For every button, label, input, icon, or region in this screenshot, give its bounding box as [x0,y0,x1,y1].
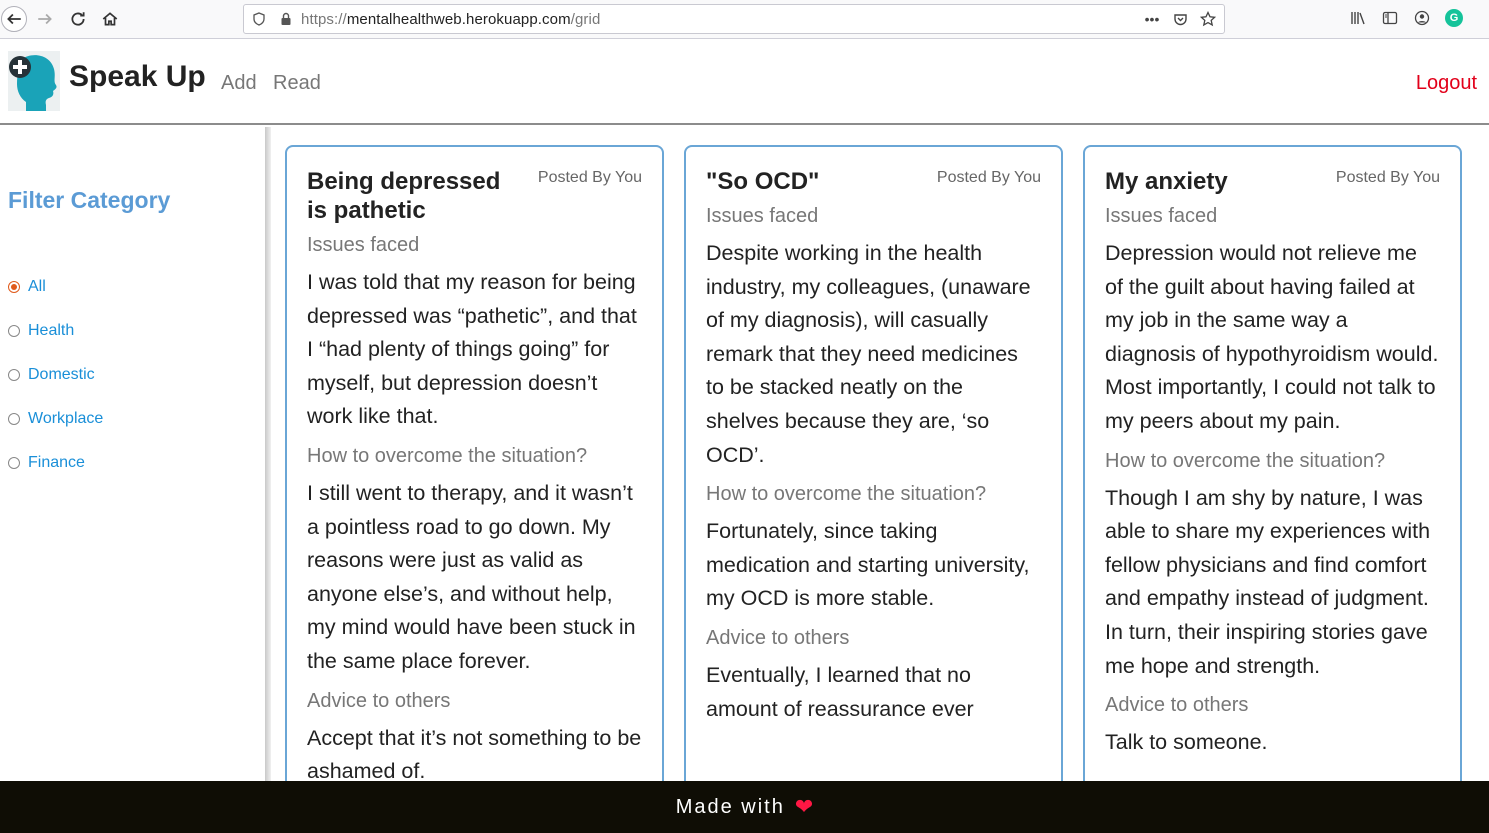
home-button[interactable] [97,6,123,32]
issues-text: Despite working in the health industry, … [706,241,1031,467]
filter-title: Filter Category [8,187,171,213]
brand-name[interactable]: Speak Up [69,60,206,94]
issues-text: Depression would not relieve me of the g… [1105,241,1439,433]
browser-toolbar: https://mentalhealthweb.herokuapp.com/gr… [0,0,1489,39]
filter-label: All [28,278,46,295]
arrow-right-icon [38,13,52,25]
nav-read-link[interactable]: Read [273,72,321,95]
overcome-label: How to overcome the situation? [1105,449,1386,472]
radio-icon[interactable] [8,369,20,381]
back-button[interactable] [1,6,27,32]
app-header: Speak Up Add Read Logout [0,40,1489,125]
filter-item-health[interactable]: Health [8,309,103,353]
post-title: "So OCD" [706,168,820,195]
radio-icon[interactable] [8,457,20,469]
home-icon [102,12,118,26]
filter-item-workplace[interactable]: Workplace [8,397,103,441]
sidebar-toggle-icon[interactable] [1381,9,1399,27]
logout-link[interactable]: Logout [1416,72,1477,95]
url-host: mentalhealthweb.herokuapp.com [346,11,571,28]
address-bar[interactable]: https://mentalhealthweb.herokuapp.com/gr… [243,4,1225,34]
filter-list: All Health Domestic Workplace Finance [8,265,103,485]
library-icon[interactable] [1349,9,1367,27]
radio-checked-icon[interactable] [8,281,20,293]
advice-text: Eventually, I learned that no amount of … [706,662,974,721]
overcome-text: Fortunately, since taking medication and… [706,519,1030,611]
head-logo-icon [8,51,60,111]
advice-label: Advice to others [1105,694,1249,717]
posted-by: Posted By You [537,169,642,186]
post-card[interactable]: Posted By You "So OCD" Issues faced Desp… [684,145,1063,781]
issues-text: I was told that my reason for being depr… [307,270,637,429]
reload-button[interactable] [65,6,91,32]
heart-icon: ❤ [794,794,814,819]
nav-add-link[interactable]: Add [221,72,257,95]
filter-item-domestic[interactable]: Domestic [8,353,103,397]
radio-icon[interactable] [8,413,20,425]
forward-button[interactable] [32,6,58,32]
filter-sidebar: Filter Category All Health Domestic Work… [0,127,265,781]
advice-text: Talk to someone. [1105,730,1268,755]
pocket-icon[interactable] [1172,10,1188,28]
filter-item-all[interactable]: All [8,265,103,309]
account-icon[interactable] [1413,9,1431,27]
url-text: https://mentalhealthweb.herokuapp.com/gr… [301,11,600,28]
overcome-label: How to overcome the situation? [307,444,588,467]
footer: Made with ❤ [0,781,1489,833]
page-actions-icon[interactable]: ••• [1144,10,1160,28]
overcome-text: Though I am shy by nature, I was able to… [1105,485,1431,678]
posted-by: Posted By You [1335,169,1440,186]
shield-icon [253,12,265,26]
url-scheme: https:// [301,11,347,28]
overcome-text: I still went to therapy, and it wasn’t a… [307,480,636,673]
advice-label: Advice to others [706,626,850,649]
filter-item-finance[interactable]: Finance [8,441,103,485]
grammarly-icon[interactable]: G [1445,9,1463,27]
posts-grid: Posted By You Being depressed is patheti… [271,127,1489,781]
overcome-label: How to overcome the situation? [706,483,987,506]
issues-label: Issues faced [1105,205,1218,227]
filter-label: Finance [28,454,85,471]
post-card[interactable]: Posted By You Being depressed is patheti… [285,145,664,781]
filter-label: Health [28,322,75,339]
footer-text: Made with [675,795,785,818]
arrow-left-icon [7,13,21,25]
reload-icon [71,12,85,26]
posted-by: Posted By You [936,169,1041,186]
post-card[interactable]: Posted By You My anxiety Issues faced De… [1083,145,1462,781]
issues-label: Issues faced [706,205,819,227]
star-icon[interactable] [1200,10,1216,28]
advice-text: Accept that it’s not something to be ash… [307,725,642,781]
issues-label: Issues faced [307,234,420,256]
lock-icon [281,12,291,25]
advice-label: Advice to others [307,689,451,712]
radio-icon[interactable] [8,325,20,337]
url-path: /grid [570,11,601,28]
filter-label: Domestic [28,366,95,383]
post-title: My anxiety [1105,168,1228,195]
post-title: Being depressed is pathetic [307,168,501,224]
filter-label: Workplace [28,410,104,427]
